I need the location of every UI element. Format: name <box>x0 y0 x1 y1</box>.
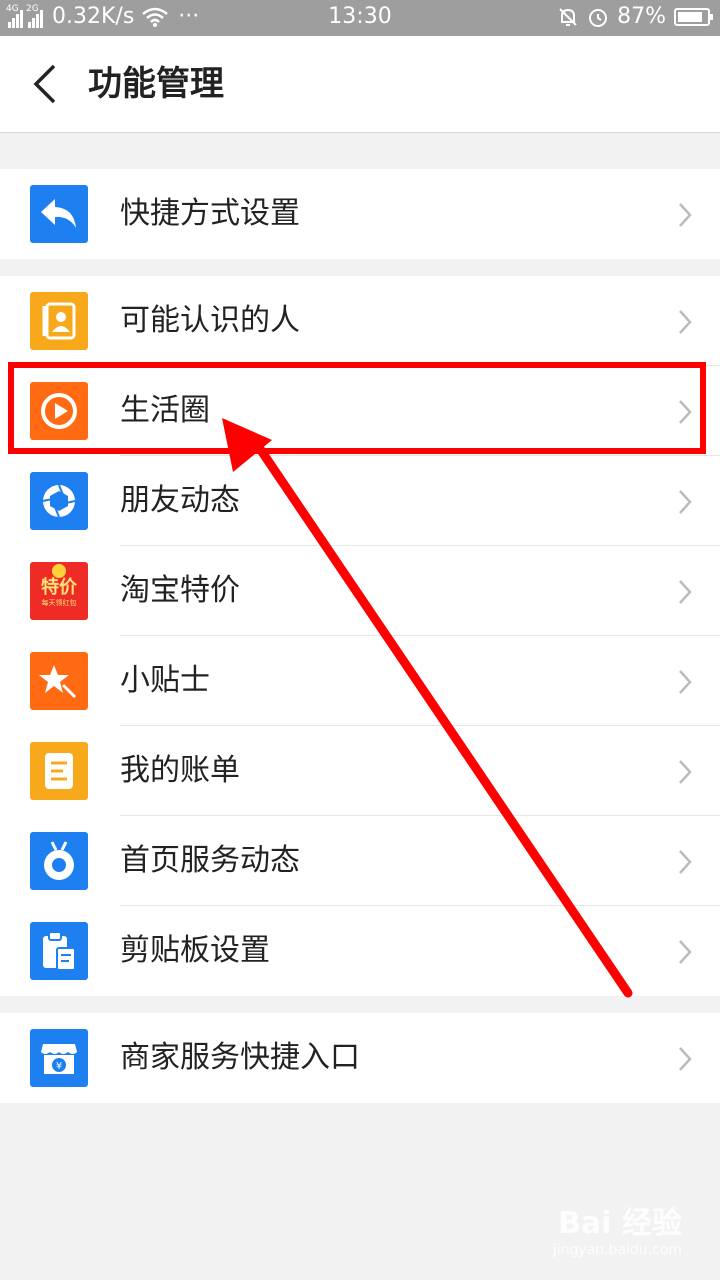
watermark-brand: Bai 经验 <box>558 1206 682 1241</box>
watermark-url: jingyan.baidu.com <box>552 1242 682 1258</box>
annotation-arrow-icon <box>222 418 633 998</box>
baidu-jingyan-watermark: Bai 经验 jingyan.baidu.com <box>553 1198 682 1258</box>
